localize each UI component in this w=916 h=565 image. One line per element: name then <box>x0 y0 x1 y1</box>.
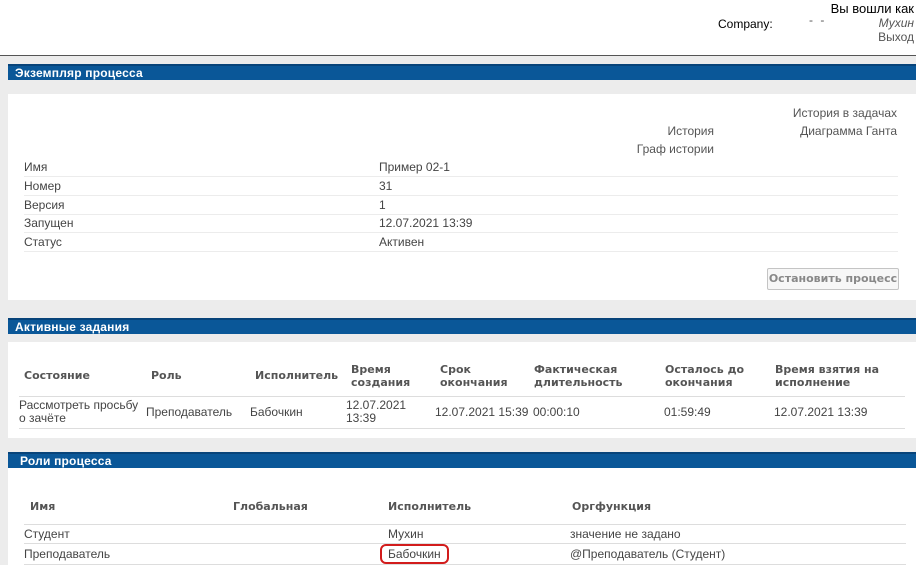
table-header-row: Имя Глобальная Исполнитель Оргфункция <box>24 500 906 525</box>
property-row: Номер 31 <box>24 176 898 196</box>
property-label: Запущен <box>24 214 379 234</box>
section-title: Роли процесса <box>20 454 112 468</box>
process-properties-table: Имя Пример 02-1 Номер 31 Версия 1 Запуще… <box>24 158 898 252</box>
role-name: Студент <box>24 524 227 544</box>
task-taken: 12.07.2021 13:39 <box>770 396 905 429</box>
property-value: 1 <box>379 195 898 215</box>
column-header-role[interactable]: Роль <box>146 356 250 397</box>
property-value: Пример 02-1 <box>379 158 898 178</box>
section-header-process-instance: Экземпляр процесса <box>8 64 916 80</box>
user-name[interactable]: Мухин <box>879 16 914 30</box>
column-header-state[interactable]: Состояние <box>19 356 146 397</box>
section-header-process-roles: Роли процесса <box>8 452 916 468</box>
task-role: Преподаватель <box>146 396 250 429</box>
column-header-deadline[interactable]: Срок окончания <box>435 356 529 397</box>
gantt-chart-link[interactable]: Диаграмма Ганта <box>800 124 897 138</box>
column-header-orgfunction[interactable]: Оргфункция <box>570 500 906 525</box>
table-row[interactable]: Рассмотреть просьбу о зачёте Преподавате… <box>19 396 905 429</box>
property-value: Активен <box>379 232 898 252</box>
process-roles-panel: Имя Глобальная Исполнитель Оргфункция Ст… <box>8 468 916 565</box>
property-row: Запущен 12.07.2021 13:39 <box>24 214 898 234</box>
task-deadline: 12.07.2021 15:39 <box>435 396 529 429</box>
task-state-link[interactable]: Рассмотреть просьбу о зачёте <box>19 396 146 429</box>
role-orgfunction: @Преподаватель (Студент) <box>570 543 906 565</box>
task-created: 12.07.2021 13:39 <box>346 396 435 429</box>
active-tasks-panel: Состояние Роль Исполнитель Время создани… <box>8 342 916 438</box>
section-title: Экземпляр процесса <box>15 66 143 80</box>
property-label: Номер <box>24 176 379 196</box>
section-header-active-tasks: Активные задания <box>8 318 916 334</box>
section-title: Активные задания <box>15 320 130 334</box>
property-row: Имя Пример 02-1 <box>24 158 898 178</box>
role-executor[interactable]: Мухин <box>386 524 570 544</box>
table-header-row: Состояние Роль Исполнитель Время создани… <box>19 356 905 397</box>
column-header-remaining[interactable]: Осталось до окончания <box>660 356 770 397</box>
column-header-executor[interactable]: Исполнитель <box>386 500 570 525</box>
task-executor: Бабочкин <box>250 396 346 429</box>
task-remaining: 01:59:49 <box>660 396 770 429</box>
history-link[interactable]: История <box>667 124 714 138</box>
logout-link[interactable]: Выход <box>878 30 914 44</box>
property-value: 12.07.2021 13:39 <box>379 214 898 234</box>
company-value[interactable]: - - <box>809 13 826 27</box>
history-graph-link[interactable]: Граф истории <box>637 142 714 156</box>
role-executor-highlighted[interactable]: Бабочкин <box>380 543 449 564</box>
property-label: Статус <box>24 232 379 252</box>
table-row: Преподаватель Бабочкин @Преподаватель (С… <box>24 543 906 565</box>
column-header-duration[interactable]: Фактическая длительность <box>529 356 660 397</box>
process-roles-table: Имя Глобальная Исполнитель Оргфункция Ст… <box>24 500 906 565</box>
top-header: Company: - - Вы вошли как Мухин Выход <box>0 0 916 56</box>
table-row: Студент Мухин значение не задано <box>24 524 906 544</box>
active-tasks-table: Состояние Роль Исполнитель Время создани… <box>19 356 905 429</box>
company-label: Company: <box>718 17 773 31</box>
process-instance-panel: История в задачах Диаграмма Ганта Истори… <box>8 94 916 300</box>
property-row: Версия 1 <box>24 195 898 215</box>
column-header-taken[interactable]: Время взятия на исполнение <box>770 356 905 397</box>
history-in-tasks-link[interactable]: История в задачах <box>793 106 897 120</box>
column-header-created[interactable]: Время создания <box>346 356 435 397</box>
property-label: Версия <box>24 195 379 215</box>
page: Company: - - Вы вошли как Мухин Выход Эк… <box>0 0 916 565</box>
column-header-name[interactable]: Имя <box>24 500 227 525</box>
column-header-global[interactable]: Глобальная <box>227 500 386 525</box>
property-label: Имя <box>24 158 379 178</box>
property-value: 31 <box>379 176 898 196</box>
role-orgfunction: значение не задано <box>570 524 906 544</box>
task-duration: 00:00:10 <box>529 396 660 429</box>
column-header-executor[interactable]: Исполнитель <box>250 356 346 397</box>
logged-in-as-label: Вы вошли как <box>830 1 914 16</box>
role-global <box>227 543 386 565</box>
role-global <box>227 524 386 544</box>
property-row: Статус Активен <box>24 232 898 252</box>
role-name: Преподаватель <box>24 543 227 565</box>
stop-process-button[interactable]: Остановить процесс <box>767 268 899 290</box>
